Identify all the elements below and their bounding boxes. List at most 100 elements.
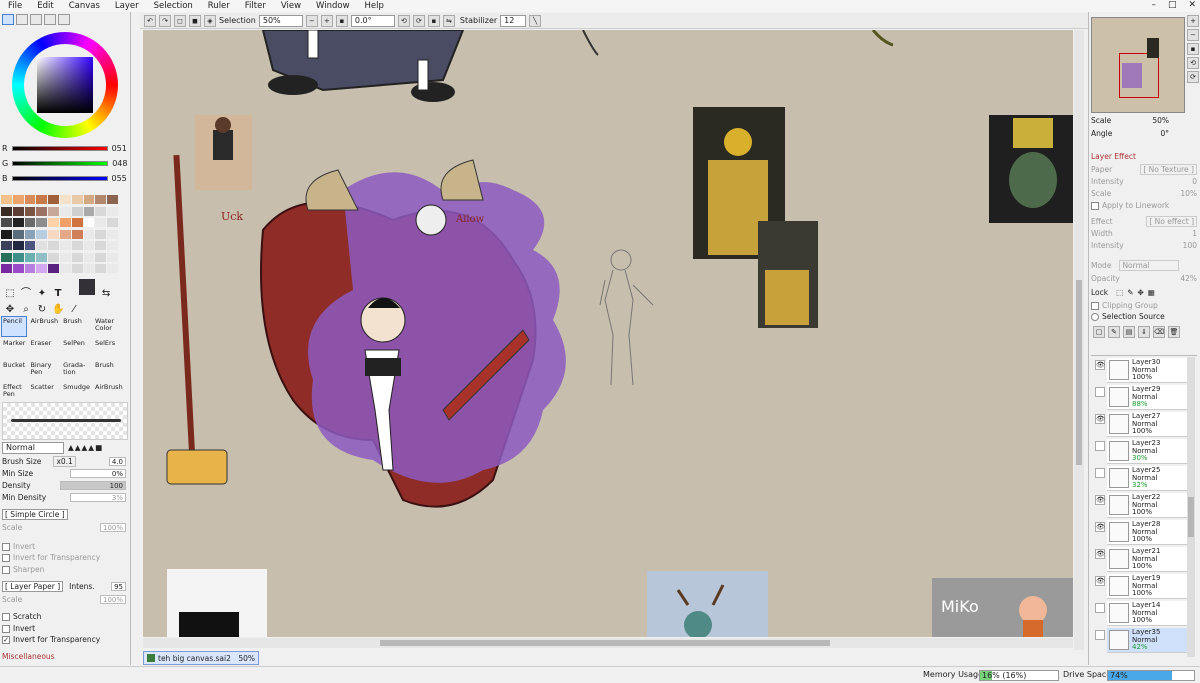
palette-swatch[interactable] [36, 264, 48, 274]
layer-item[interactable]: 👁 Layer22 Normal 100% [1095, 493, 1187, 518]
min-density-value[interactable]: 3% [70, 493, 126, 502]
misc-row[interactable]: Miscellaneous [2, 651, 128, 662]
layer-effect-title[interactable]: Layer Effect [1091, 152, 1136, 161]
scratch-checkbox[interactable] [2, 612, 10, 621]
undo-icon[interactable]: ↶ [144, 14, 156, 27]
palette-swatch[interactable] [107, 264, 118, 274]
hsv-slider-mode-icon[interactable] [30, 14, 42, 25]
rotate-left-icon[interactable]: ⟲ [397, 14, 410, 27]
min-size-value[interactable]: 0% [70, 469, 126, 478]
layer-visibility-icon[interactable]: 👁 [1095, 360, 1105, 370]
layer-scrollbar[interactable] [1187, 357, 1195, 657]
nav-zoom-in-icon[interactable]: + [1187, 15, 1199, 27]
palette-swatch[interactable] [60, 252, 71, 262]
brush-tool-5[interactable]: Eraser [28, 338, 60, 359]
effect-intensity2-value[interactable]: 100 [1183, 241, 1197, 250]
effect-select[interactable]: [ No effect ] [1146, 216, 1197, 227]
layer-item[interactable]: 👁 Layer27 Normal 100% [1095, 412, 1187, 437]
palette-swatch[interactable] [24, 218, 36, 228]
layer-visibility-icon[interactable]: 👁 [1095, 495, 1105, 505]
stabilizer-line-icon[interactable]: ╲ [529, 14, 542, 27]
layer-item[interactable]: Layer23 Normal 30% [1095, 439, 1187, 464]
lock-icons[interactable]: ⬚✎✥▦ [1116, 288, 1159, 297]
brush-tool-10[interactable]: Grada-tion [61, 360, 92, 381]
layer-scroll-thumb[interactable] [1188, 497, 1194, 537]
layer-visibility-icon[interactable] [1095, 441, 1105, 451]
palette-swatch[interactable] [95, 241, 107, 251]
palette-swatch[interactable] [95, 195, 107, 204]
menu-canvas[interactable]: Canvas [61, 0, 107, 12]
palette-swatch[interactable] [24, 195, 36, 204]
deselect-icon[interactable]: ◻ [174, 14, 186, 27]
zoom-out-icon[interactable]: − [305, 14, 318, 27]
palette-swatch[interactable] [107, 195, 118, 204]
palette-swatch[interactable] [36, 218, 48, 228]
brush-tool-8[interactable]: Bucket [1, 360, 27, 381]
menu-window[interactable]: Window [308, 0, 357, 12]
current-color-icon[interactable] [78, 279, 95, 295]
palette-swatch[interactable] [1, 252, 12, 262]
palette-swatch[interactable] [24, 252, 36, 262]
brush-size-value[interactable]: 4.0 [108, 457, 126, 466]
palette-swatch[interactable] [83, 241, 95, 251]
vertical-scrollbar[interactable] [1074, 30, 1084, 650]
palette-swatch[interactable] [83, 252, 95, 262]
palette-swatch[interactable] [95, 218, 107, 228]
palette-swatch[interactable] [48, 195, 59, 204]
delete-layer-icon[interactable]: 🗑 [1168, 326, 1180, 338]
sharpen-checkbox[interactable] [2, 565, 10, 574]
layer-visibility-icon[interactable]: 👁 [1095, 522, 1105, 532]
palette-swatch[interactable] [83, 206, 95, 216]
palette-swatch[interactable] [60, 195, 71, 204]
rect-select-icon[interactable]: ⬚ [3, 287, 17, 301]
palette-swatch[interactable] [12, 252, 24, 262]
layer-item[interactable]: Layer14 Normal 100% [1095, 601, 1187, 626]
palette-swatch[interactable] [24, 206, 36, 216]
layer-item[interactable]: 👁 Layer28 Normal 100% [1095, 520, 1187, 545]
text-tool-icon[interactable]: T [51, 287, 65, 301]
palette-swatch[interactable] [12, 195, 24, 204]
layer-visibility-icon[interactable] [1095, 603, 1105, 613]
palette-swatch[interactable] [60, 241, 71, 251]
navigator-preview[interactable] [1091, 17, 1185, 113]
brush-shape-select[interactable]: [ Simple Circle ] [2, 509, 68, 520]
rotate-reset-icon[interactable]: ▪ [427, 14, 440, 27]
hand-icon[interactable]: ✋ [51, 303, 65, 317]
document-tab[interactable]: teh big canvas.sai2 50% [143, 651, 259, 665]
close-button[interactable]: ✕ [1188, 0, 1196, 10]
lasso-icon[interactable]: ⌒ [19, 287, 33, 301]
layer-item[interactable]: 👁 Layer21 Normal 100% [1095, 547, 1187, 572]
brush-tool-6[interactable]: SelPen [61, 338, 92, 359]
palette-swatch[interactable] [48, 206, 59, 216]
horizontal-scrollbar[interactable] [143, 638, 1073, 648]
menu-selection[interactable]: Selection [146, 0, 200, 12]
palette-swatch[interactable] [48, 252, 59, 262]
palette-swatch[interactable] [24, 241, 36, 251]
layer-item[interactable]: Layer35 Normal 42% [1095, 628, 1187, 653]
rotation-field[interactable]: 0.0° [350, 14, 395, 27]
show-selection-icon[interactable]: ◈ [204, 14, 216, 27]
brush-size-multiplier[interactable]: x0.1 [53, 456, 76, 467]
layer-mode-select[interactable]: Normal [1119, 260, 1180, 271]
shape-invert-transp-checkbox[interactable] [2, 553, 10, 562]
brush-tool-14[interactable]: Smudge [61, 382, 92, 403]
palette-swatch[interactable] [1, 195, 12, 204]
brush-tool-7[interactable]: SelErs [93, 338, 125, 359]
rotate-icon[interactable]: ↻ [35, 303, 49, 317]
green-slider[interactable] [12, 160, 109, 166]
artwork[interactable]: Uck Allow MiKo [143, 30, 1073, 637]
palette-swatch[interactable] [12, 206, 24, 216]
blend-mode-select[interactable]: Normal [2, 441, 64, 454]
effect-intensity-value[interactable]: 0 [1192, 177, 1197, 186]
layer-visibility-icon[interactable] [1095, 387, 1105, 397]
menu-filter[interactable]: Filter [237, 0, 273, 12]
texture-invert-checkbox[interactable] [2, 624, 10, 633]
palette-swatch[interactable] [1, 206, 12, 216]
scratchpad-mode-icon[interactable] [58, 14, 70, 25]
palette-swatch[interactable] [48, 241, 59, 251]
shape-scale-value[interactable]: 100% [99, 523, 126, 532]
layer-visibility-icon[interactable]: 👁 [1095, 576, 1105, 586]
brush-tool-15[interactable]: AirBrush [93, 382, 125, 403]
apply-linework-checkbox[interactable] [1091, 201, 1099, 210]
clipping-checkbox[interactable] [1091, 301, 1099, 310]
